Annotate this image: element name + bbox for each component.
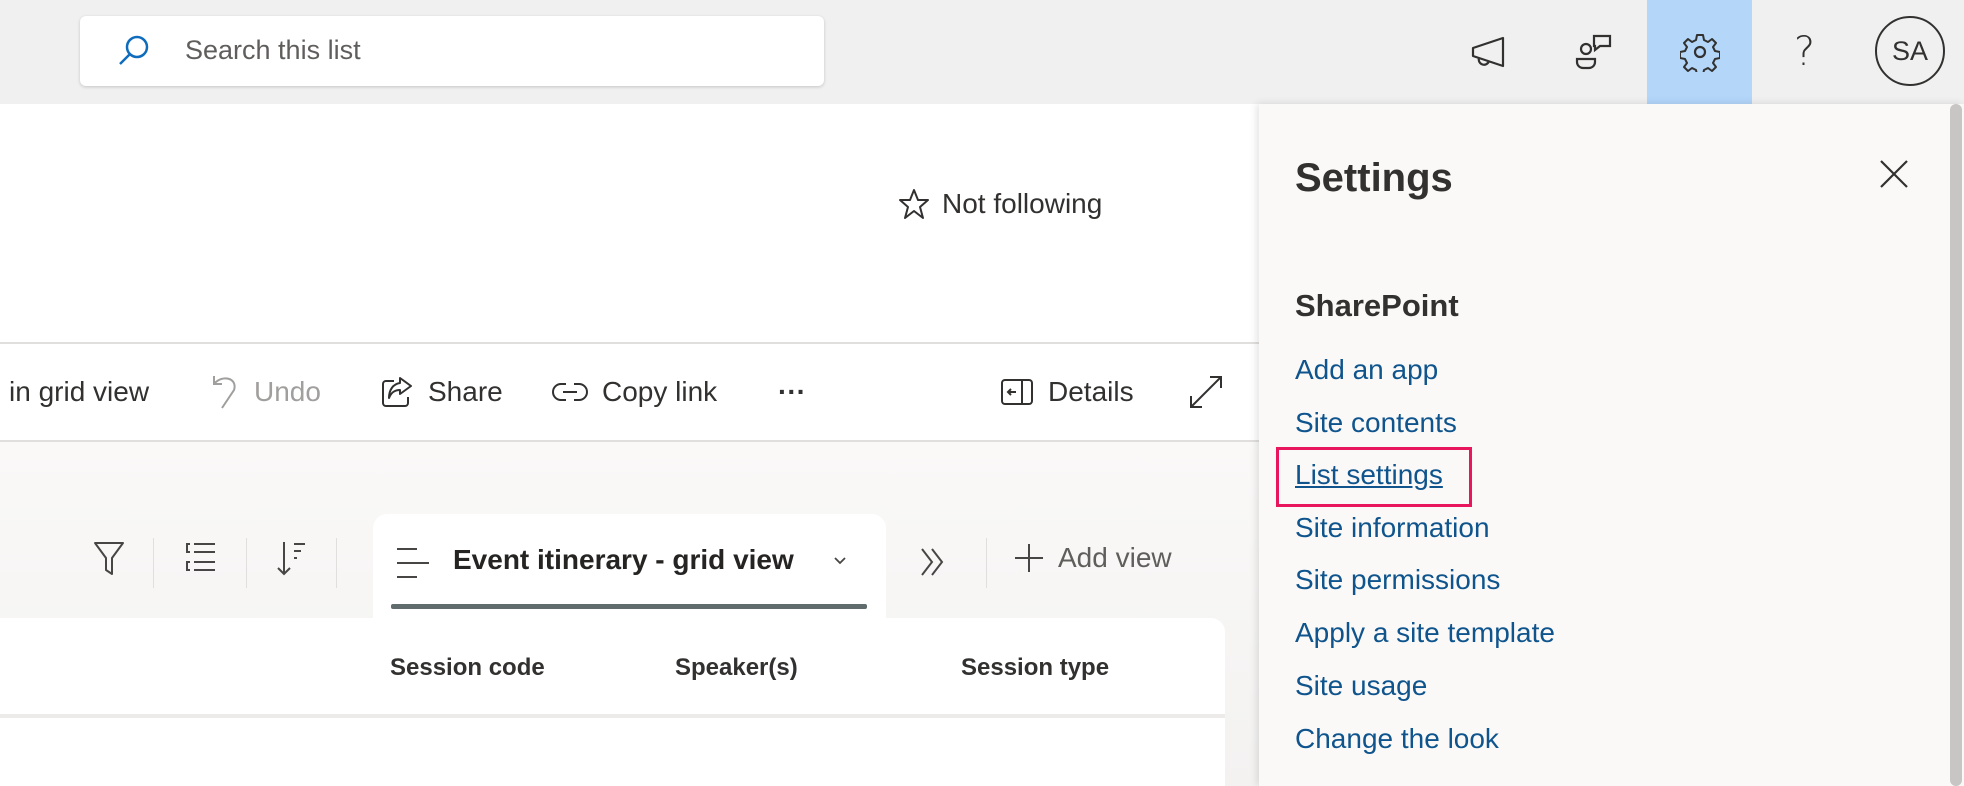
follow-label: Not following: [942, 188, 1103, 219]
expand-button[interactable]: [1188, 344, 1224, 440]
edit-in-grid-view-button[interactable]: in grid view: [9, 344, 149, 440]
link-site-contents[interactable]: Site contents: [1295, 407, 1457, 439]
search-input[interactable]: Search this list: [185, 35, 361, 66]
share-icon: [382, 377, 412, 407]
avatar[interactable]: SA: [1875, 16, 1945, 86]
details-pane-icon: [1001, 379, 1033, 405]
chevron-down-icon: [834, 557, 846, 565]
divider: [986, 538, 987, 588]
settings-panel: Settings SharePoint Add an app Site cont…: [1259, 104, 1964, 786]
more-views-chevron-icon[interactable]: [918, 546, 948, 578]
view-lines-icon: [397, 548, 429, 578]
column-header-session-type[interactable]: Session type: [961, 654, 1109, 682]
help-icon: ?: [1793, 29, 1816, 75]
divider: [246, 538, 247, 588]
top-bar: Search this list ? SA: [0, 0, 1964, 104]
edit-grid-label: in grid view: [9, 376, 150, 407]
section-heading: SharePoint: [1295, 288, 1459, 323]
group-by-icon[interactable]: [184, 538, 218, 578]
megaphone-icon: [1471, 36, 1504, 68]
active-view-underline: [391, 604, 867, 609]
avatar-initials: SA: [1891, 35, 1929, 66]
close-icon[interactable]: [1879, 159, 1909, 189]
divider: [153, 538, 154, 588]
scrollbar[interactable]: [1948, 104, 1962, 786]
more-button[interactable]: ···: [778, 344, 806, 440]
add-view-button[interactable]: Add view: [1014, 542, 1172, 574]
link-add-an-app[interactable]: Add an app: [1295, 354, 1438, 386]
copy-link-label: Copy link: [602, 376, 718, 407]
settings-button[interactable]: [1647, 0, 1752, 104]
highlight-box: [1276, 447, 1472, 507]
star-icon: [899, 189, 929, 219]
sort-icon[interactable]: [274, 538, 308, 578]
panel-title: Settings: [1295, 156, 1453, 200]
details-button[interactable]: Details: [1000, 344, 1134, 440]
current-view-label: Event itinerary - grid view: [453, 544, 794, 575]
list-grid: Session code Speaker(s) Session type: [0, 618, 1225, 786]
divider: [336, 538, 337, 588]
search-box[interactable]: Search this list: [80, 16, 824, 86]
copy-link-button[interactable]: Copy link: [552, 344, 717, 440]
details-label: Details: [1048, 376, 1134, 407]
scrollbar-thumb[interactable]: [1950, 104, 1962, 786]
header-divider: [0, 714, 1225, 718]
share-label: Share: [428, 376, 503, 407]
expand-icon: [1190, 376, 1222, 408]
undo-label: Undo: [254, 376, 321, 407]
gear-icon: [1679, 34, 1720, 72]
follow-button[interactable]: Not following: [898, 188, 1102, 220]
command-bar: in grid view Undo Share Copy link ··· De…: [0, 342, 1259, 442]
help-button[interactable]: ?: [1752, 0, 1857, 104]
undo-icon: [213, 376, 236, 409]
more-icon: ···: [778, 376, 806, 407]
link-icon: [552, 383, 588, 401]
share-button[interactable]: Share: [380, 344, 503, 440]
chat-button[interactable]: [1541, 0, 1646, 104]
plus-icon: [1015, 544, 1043, 572]
link-site-permissions[interactable]: Site permissions: [1295, 564, 1500, 596]
view-selector-tab[interactable]: Event itinerary - grid view: [373, 514, 886, 624]
link-site-usage[interactable]: Site usage: [1295, 670, 1427, 702]
add-view-label: Add view: [1058, 542, 1172, 573]
search-icon: [119, 35, 149, 65]
filter-icon[interactable]: [92, 538, 126, 578]
link-site-information[interactable]: Site information: [1295, 512, 1490, 544]
column-header-session-code[interactable]: Session code: [390, 654, 545, 682]
person-chat-icon: [1575, 34, 1611, 70]
news-button[interactable]: [1436, 0, 1541, 104]
link-apply-site-template[interactable]: Apply a site template: [1295, 617, 1555, 649]
undo-button[interactable]: Undo: [210, 344, 321, 440]
column-header-speakers[interactable]: Speaker(s): [675, 654, 798, 682]
link-change-the-look[interactable]: Change the look: [1295, 723, 1499, 755]
